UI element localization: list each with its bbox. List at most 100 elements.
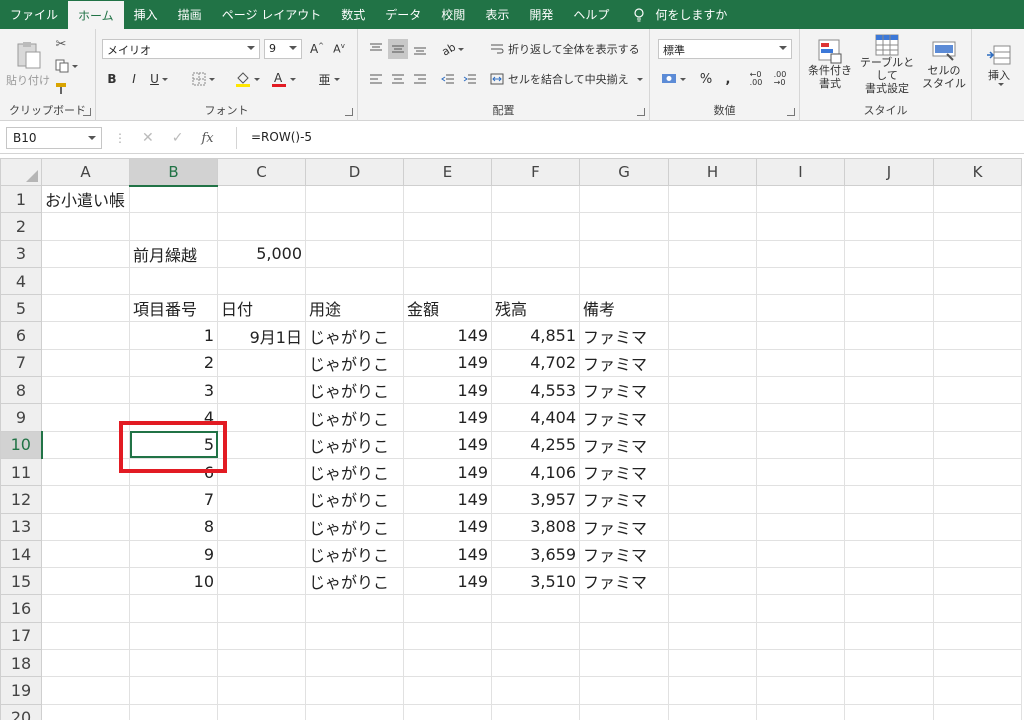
cell-a13[interactable] (41, 512, 130, 541)
cell-c1[interactable] (217, 184, 306, 214)
column-header-a[interactable]: A (41, 158, 130, 186)
cell-h18[interactable] (668, 649, 757, 678)
cell-h7[interactable] (668, 348, 757, 378)
cell-a12[interactable] (41, 485, 130, 514)
cell-f1[interactable] (491, 184, 580, 214)
align-center-button[interactable] (388, 69, 408, 89)
cell-f5[interactable]: 残高 (491, 294, 580, 323)
cell-h8[interactable] (668, 376, 757, 405)
formula-input[interactable]: =ROW()-5 (236, 127, 1018, 149)
cell-g5[interactable]: 備考 (579, 294, 669, 323)
cell-f13[interactable]: 3,808 (491, 512, 580, 541)
cell-g9[interactable]: ファミマ (579, 403, 669, 432)
cell-j4[interactable] (844, 266, 934, 296)
column-header-b[interactable]: B (129, 158, 218, 187)
cell-g18[interactable] (579, 649, 669, 678)
cell-d10[interactable]: じゃがりこ (305, 430, 404, 459)
select-all-corner[interactable] (0, 158, 42, 186)
ribbon-tab[interactable]: ホーム (68, 1, 124, 29)
cell-e10[interactable]: 149 (403, 430, 492, 459)
cell-j14[interactable] (844, 539, 934, 569)
font-name-select[interactable]: メイリオ (102, 39, 260, 59)
cell-f9[interactable]: 4,404 (491, 403, 580, 432)
cell-d9[interactable]: じゃがりこ (305, 403, 404, 432)
cell-a19[interactable] (41, 676, 130, 705)
cell-d12[interactable]: じゃがりこ (305, 485, 404, 514)
cell-k16[interactable] (933, 594, 1022, 623)
row-header[interactable]: 5 (0, 294, 42, 323)
cell-e4[interactable] (403, 266, 492, 296)
cell-h4[interactable] (668, 266, 757, 296)
cell-k4[interactable] (933, 266, 1022, 296)
insert-function-button[interactable]: fx (201, 131, 213, 146)
cell-d2[interactable] (305, 212, 404, 241)
cell-j18[interactable] (844, 649, 934, 678)
cell-f19[interactable] (491, 676, 580, 705)
cell-k14[interactable] (933, 539, 1022, 569)
cell-a17[interactable] (41, 621, 130, 651)
cell-k20[interactable] (933, 703, 1022, 720)
cell-c10[interactable] (217, 430, 306, 459)
cell-f3[interactable] (491, 239, 580, 268)
cell-i20[interactable] (756, 703, 845, 720)
align-middle-button[interactable] (388, 39, 408, 59)
cell-f7[interactable]: 4,702 (491, 348, 580, 378)
cell-g15[interactable]: ファミマ (579, 567, 669, 596)
align-right-button[interactable] (410, 69, 430, 89)
cell-k15[interactable] (933, 567, 1022, 596)
cell-c13[interactable] (217, 512, 306, 541)
cell-g17[interactable] (579, 621, 669, 651)
row-header[interactable]: 14 (0, 539, 42, 569)
cell-f6[interactable]: 4,851 (491, 321, 580, 350)
cell-k5[interactable] (933, 294, 1022, 323)
cell-h10[interactable] (668, 430, 757, 459)
cell-c19[interactable] (217, 676, 306, 705)
cell-k9[interactable] (933, 403, 1022, 432)
cell-i1[interactable] (756, 184, 845, 214)
cell-a8[interactable] (41, 376, 130, 405)
cancel-icon[interactable]: ✕ (142, 130, 154, 146)
enter-icon[interactable]: ✓ (172, 130, 184, 146)
cell-e14[interactable]: 149 (403, 539, 492, 569)
column-header-i[interactable]: I (756, 158, 845, 186)
cell-c5[interactable]: 日付 (217, 294, 306, 323)
cell-f11[interactable]: 4,106 (491, 457, 580, 487)
cell-j19[interactable] (844, 676, 934, 705)
row-header[interactable]: 3 (0, 239, 42, 268)
cell-h3[interactable] (668, 239, 757, 268)
cell-e7[interactable]: 149 (403, 348, 492, 378)
cell-j1[interactable] (844, 184, 934, 214)
row-header[interactable]: 2 (0, 212, 42, 241)
conditional-format-button[interactable]: 条件付き 書式 (804, 33, 856, 95)
cell-a18[interactable] (41, 649, 130, 678)
row-header[interactable]: 10 (0, 430, 43, 459)
cell-b13[interactable]: 8 (129, 512, 218, 541)
number-format-select[interactable]: 標準 (658, 39, 792, 59)
cell-b6[interactable]: 1 (129, 321, 218, 350)
cell-j9[interactable] (844, 403, 934, 432)
cell-j5[interactable] (844, 294, 934, 323)
cell-k3[interactable] (933, 239, 1022, 268)
cell-i12[interactable] (756, 485, 845, 514)
cell-c2[interactable] (217, 212, 306, 241)
cell-b5[interactable]: 項目番号 (129, 294, 218, 323)
cell-g20[interactable] (579, 703, 669, 720)
cell-b19[interactable] (129, 676, 218, 705)
cell-b20[interactable] (129, 703, 218, 720)
row-header[interactable]: 20 (0, 703, 42, 720)
cell-b3[interactable]: 前月繰越 (129, 239, 218, 268)
cell-c18[interactable] (217, 649, 306, 678)
cell-h15[interactable] (668, 567, 757, 596)
ribbon-tab[interactable]: ファイル (0, 0, 68, 29)
ribbon-tab[interactable]: データ (375, 0, 431, 29)
borders-button[interactable] (188, 69, 218, 89)
align-left-button[interactable] (366, 69, 386, 89)
cell-d5[interactable]: 用途 (305, 294, 404, 323)
cell-j7[interactable] (844, 348, 934, 378)
cell-i5[interactable] (756, 294, 845, 323)
cell-j2[interactable] (844, 212, 934, 241)
cell-g3[interactable] (579, 239, 669, 268)
cell-g11[interactable]: ファミマ (579, 457, 669, 487)
row-header[interactable]: 6 (0, 321, 42, 350)
cell-b14[interactable]: 9 (129, 539, 218, 569)
